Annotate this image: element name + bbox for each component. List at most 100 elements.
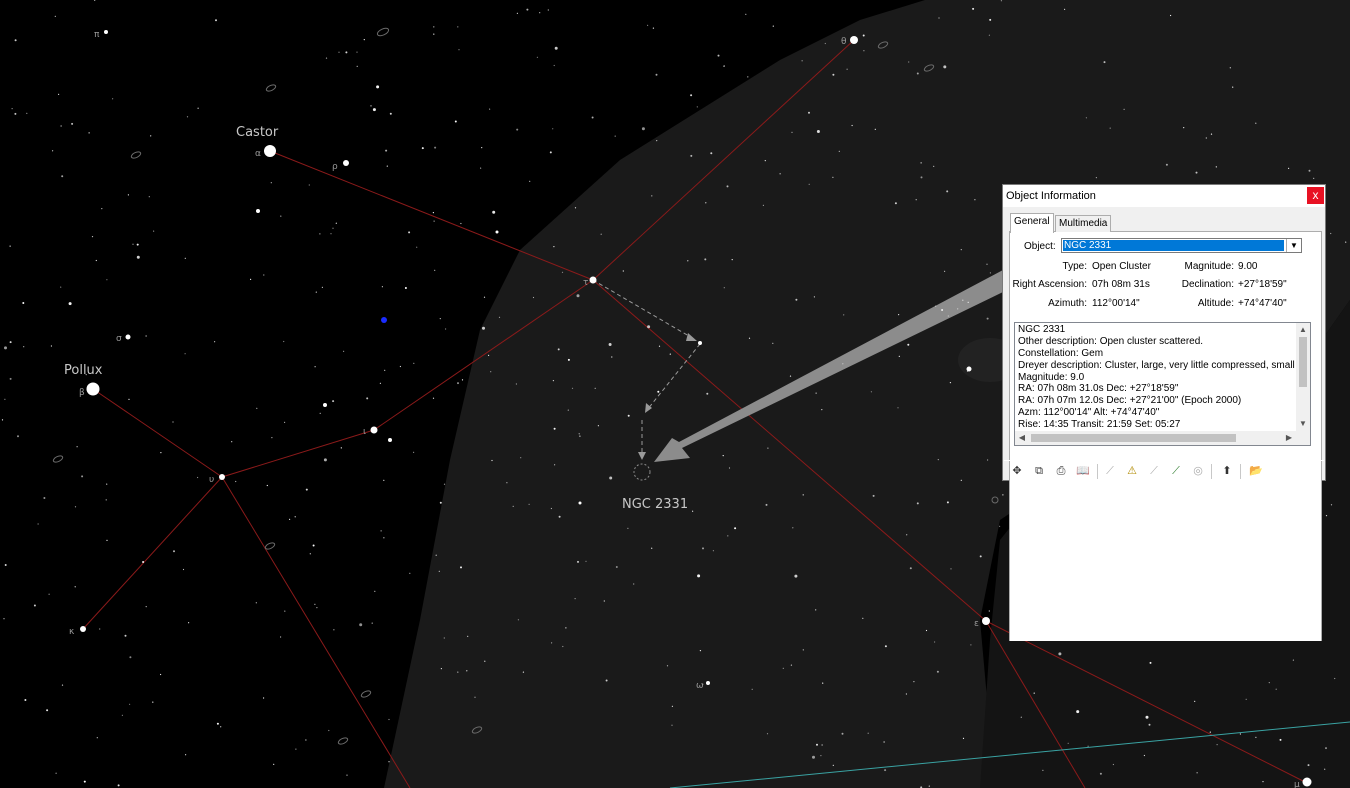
- faint-star: [421, 147, 424, 150]
- faint-star: [547, 9, 549, 11]
- faint-star: [148, 196, 150, 198]
- faint-star: [561, 271, 564, 273]
- faint-star: [289, 518, 291, 521]
- faint-star: [91, 236, 94, 238]
- faint-star: [83, 780, 86, 783]
- faint-star: [762, 204, 765, 206]
- faint-star: [920, 176, 923, 179]
- faint-star: [346, 774, 348, 776]
- faint-star: [384, 369, 386, 371]
- blue-planet[interactable]: [381, 317, 387, 323]
- scroll-down-icon[interactable]: ▼: [1297, 418, 1309, 430]
- faint-star: [270, 182, 272, 184]
- faint-star: [884, 769, 887, 772]
- faint-star: [345, 51, 348, 54]
- faint-star: [95, 259, 97, 262]
- faint-star: [702, 547, 704, 550]
- telescope-dim-icon[interactable]: ⟋: [1102, 463, 1118, 479]
- faint-star: [1, 419, 4, 421]
- faint-star: [751, 688, 753, 690]
- faint-star: [1232, 86, 1234, 88]
- telescope-warn-icon[interactable]: ⚠: [1124, 463, 1140, 479]
- close-button[interactable]: x: [1307, 187, 1324, 204]
- book-icon[interactable]: 📖: [1075, 463, 1091, 479]
- faint-star: [772, 25, 774, 27]
- faint-star: [214, 341, 216, 343]
- horizontal-scroll-thumb[interactable]: [1031, 434, 1236, 442]
- faint-star: [484, 660, 486, 662]
- faint-star: [591, 116, 594, 119]
- faint-star: [343, 350, 345, 352]
- faint-star: [432, 212, 434, 214]
- horizontal-scrollbar[interactable]: ◀ ▶: [1015, 431, 1298, 445]
- vertical-scroll-thumb[interactable]: [1299, 337, 1307, 387]
- open-folder-icon[interactable]: 📂: [1248, 463, 1264, 479]
- scroll-up-icon[interactable]: ▲: [1297, 324, 1309, 336]
- faint-star: [812, 755, 815, 759]
- telescope-dim2-icon[interactable]: ⟋: [1146, 463, 1162, 479]
- window-titlebar[interactable]: Object Information x: [1003, 185, 1325, 207]
- faint-star: [328, 729, 330, 732]
- vertical-scrollbar[interactable]: ▲ ▼: [1296, 323, 1310, 432]
- faint-star: [399, 365, 401, 368]
- description-textbox[interactable]: NGC 2331 Other description: Open cluster…: [1014, 322, 1311, 446]
- faint-star: [498, 316, 501, 318]
- up-arrow-icon[interactable]: ⬆: [1219, 463, 1235, 479]
- desc-line: Constellation: Gem: [1018, 348, 1104, 359]
- copy-icon[interactable]: ⧉: [1031, 463, 1047, 479]
- object-select[interactable]: NGC 2331 ▼: [1061, 238, 1302, 253]
- scroll-right-icon[interactable]: ▶: [1283, 432, 1295, 444]
- faint-star: [726, 185, 729, 188]
- faint-star: [173, 550, 175, 553]
- faint-star: [872, 494, 875, 497]
- faint-star: [491, 459, 493, 462]
- faint-star: [332, 400, 335, 403]
- declination-label: Declination:: [1181, 279, 1234, 290]
- object-information-window[interactable]: Object Information x General Multimedia …: [1002, 184, 1326, 641]
- center-icon[interactable]: ✥: [1009, 463, 1025, 479]
- faint-star: [669, 353, 671, 355]
- faint-star: [816, 130, 820, 133]
- faint-star: [383, 479, 385, 481]
- faint-star: [112, 98, 114, 100]
- faint-star: [356, 65, 358, 67]
- faint-star: [747, 76, 749, 78]
- faint-star: [160, 673, 162, 676]
- faint-star: [101, 208, 103, 210]
- greek-upsilon: υ: [209, 475, 214, 485]
- desc-line: NGC 2331: [1018, 324, 1066, 335]
- faint-star: [970, 644, 972, 646]
- desc-line: RA: 07h 07m 12.0s Dec: +27°21'00" (Epoch…: [1018, 395, 1242, 406]
- faint-star: [862, 617, 864, 619]
- faint-star: [585, 560, 587, 562]
- greek-alpha: α: [255, 149, 261, 159]
- faint-star: [319, 412, 321, 414]
- faint-star: [305, 488, 308, 491]
- telescope-go-icon[interactable]: ⟋: [1168, 463, 1184, 479]
- galaxy-dim-icon[interactable]: ◎: [1190, 463, 1206, 479]
- faint-star: [723, 287, 725, 289]
- faint-star: [516, 128, 519, 131]
- faint-star: [532, 296, 535, 299]
- faint-star: [1308, 169, 1311, 172]
- tab-general[interactable]: General: [1010, 213, 1054, 233]
- faint-star: [129, 703, 131, 705]
- faint-star: [76, 446, 78, 448]
- faint-star: [841, 732, 844, 735]
- faint-star: [824, 42, 826, 45]
- scroll-left-icon[interactable]: ◀: [1016, 432, 1028, 444]
- print-icon[interactable]: ⎙: [1053, 463, 1069, 479]
- faint-star: [722, 455, 724, 457]
- faint-star: [731, 259, 733, 261]
- faint-star: [692, 510, 694, 512]
- faint-star: [884, 645, 887, 648]
- faint-star: [383, 537, 385, 539]
- faint-star: [24, 699, 27, 701]
- faint-star: [273, 763, 275, 765]
- faint-star: [1183, 127, 1185, 129]
- tab-multimedia[interactable]: Multimedia: [1055, 215, 1112, 232]
- faint-star: [46, 709, 49, 712]
- greek-mu: μ: [1294, 780, 1300, 788]
- chevron-down-icon[interactable]: ▼: [1286, 239, 1301, 252]
- faint-star: [820, 755, 822, 757]
